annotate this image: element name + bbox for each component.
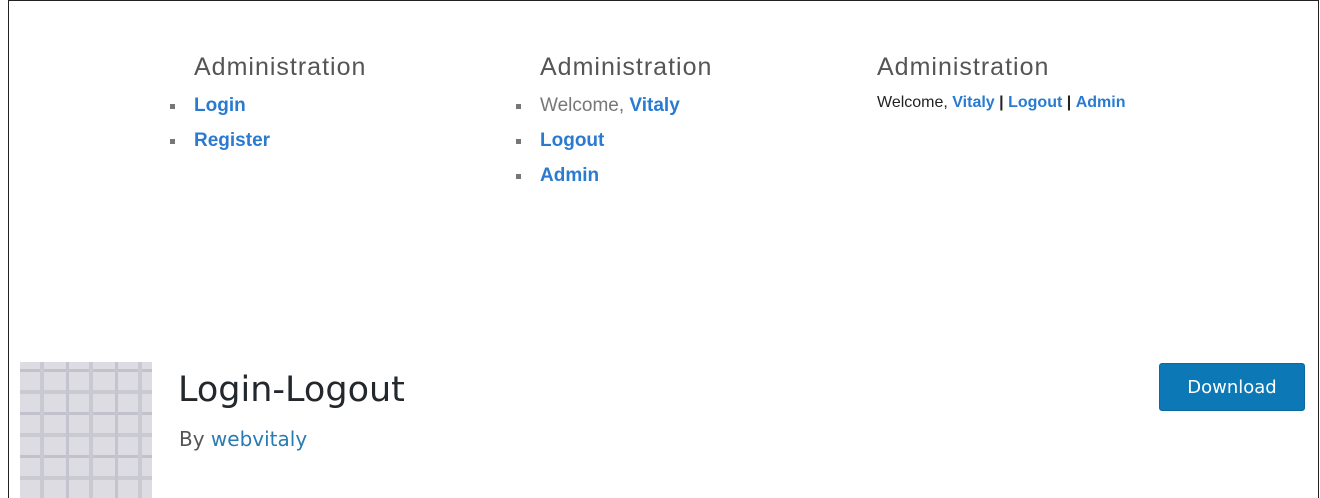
widget-heading: Administration (194, 53, 367, 81)
download-button[interactable]: Download (1159, 363, 1305, 411)
logout-link[interactable]: Logout (540, 130, 604, 151)
list-item: Login (170, 94, 366, 129)
widget-heading: Administration (877, 53, 1050, 81)
list-item: Logout (516, 129, 712, 164)
bullet-icon (170, 139, 175, 144)
inline-links: Welcome, Vitaly | Logout | Admin (877, 94, 1125, 112)
welcome-text: Welcome, (540, 95, 625, 116)
separator: | (1066, 94, 1072, 111)
admin-widget-list-loggedin: Administration Welcome, Vitaly Logout Ad… (516, 53, 713, 199)
admin-link[interactable]: Admin (540, 165, 599, 186)
admin-links: Login Register (170, 94, 366, 164)
plugin-icon (20, 362, 152, 498)
list-item: Welcome, Vitaly (516, 94, 712, 129)
author-link[interactable]: webvitaly (211, 427, 307, 451)
login-link[interactable]: Login (194, 95, 246, 116)
by-label: By (179, 427, 205, 451)
logout-link[interactable]: Logout (1008, 94, 1062, 111)
bullet-icon (516, 174, 521, 179)
bullet-icon (516, 139, 521, 144)
plugin-banner: Administration Login Register Administra… (9, 1, 1318, 331)
admin-link[interactable]: Admin (1076, 94, 1126, 111)
list-item: Admin (516, 164, 712, 199)
user-link[interactable]: Vitaly (629, 95, 679, 116)
admin-links: Welcome, Vitaly Logout Admin (516, 94, 712, 199)
separator: | (999, 94, 1004, 111)
widget-heading: Administration (540, 53, 713, 81)
plugin-title: Login-Logout (178, 370, 405, 410)
bullet-icon (170, 104, 175, 109)
user-link[interactable]: Vitaly (952, 94, 994, 111)
plugin-author: By webvitaly (179, 427, 307, 451)
bullet-icon (516, 104, 521, 109)
list-item: Register (170, 129, 366, 164)
admin-widget-inline: Administration Welcome, Vitaly | Logout … (877, 53, 1125, 112)
admin-widget-list-loggedout: Administration Login Register (170, 53, 367, 164)
register-link[interactable]: Register (194, 130, 270, 151)
welcome-text: Welcome, (877, 94, 948, 111)
